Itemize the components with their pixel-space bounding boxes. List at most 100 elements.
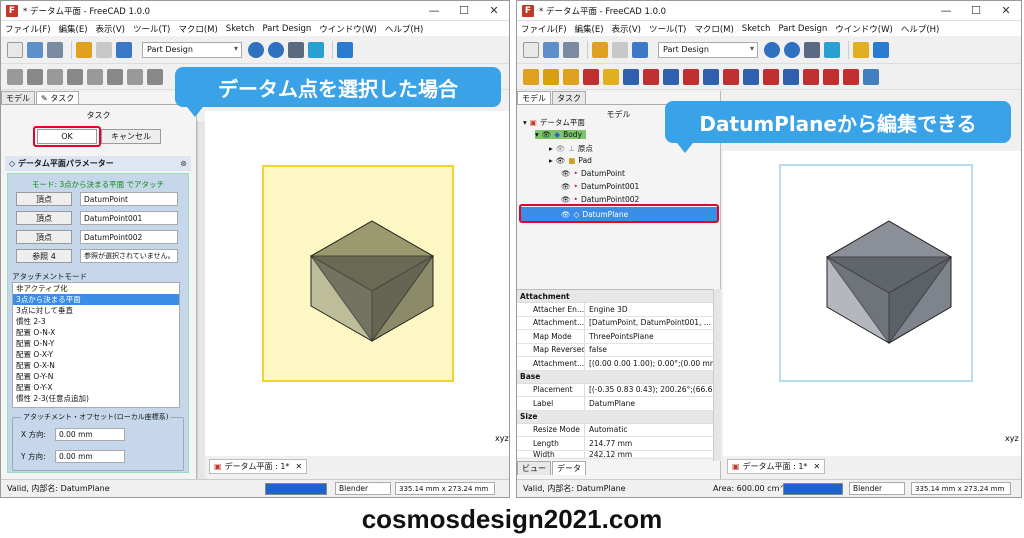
ref-button-3[interactable]: 頂点 — [16, 230, 72, 244]
close-tab-icon[interactable]: ✕ — [295, 462, 302, 471]
attach-mode-item[interactable]: 3点に対して垂直 — [13, 305, 179, 316]
draw-style-selector[interactable] — [783, 483, 843, 495]
partdesign-tool-icon[interactable] — [723, 68, 739, 85]
undo-icon[interactable] — [76, 41, 92, 58]
measure-icon[interactable] — [824, 41, 840, 58]
collapse-icon[interactable]: ⊗ — [180, 159, 187, 168]
tree-body[interactable]: ▾ 👁 ◆ Body — [535, 130, 587, 139]
offset-y-input[interactable]: 0.00 mm — [55, 450, 125, 463]
ref-field-2[interactable]: DatumPoint001 — [80, 211, 178, 225]
partdesign-tool-icon[interactable] — [603, 68, 619, 85]
partdesign-tool-icon[interactable] — [683, 68, 699, 85]
ref-field-4[interactable]: 参照が選択されていません。 — [80, 249, 178, 263]
expand-icon[interactable]: ▸ — [549, 156, 553, 165]
partdesign-tool-icon[interactable] — [523, 68, 539, 85]
partdesign-tool-icon[interactable] — [563, 68, 579, 85]
redo-icon[interactable] — [612, 41, 628, 58]
tree-origin[interactable]: ▸ 👁 ⊥ 原点 — [549, 143, 593, 154]
minimize-button[interactable]: — — [419, 4, 449, 17]
eye-icon[interactable]: 👁 — [561, 169, 571, 178]
document-tab[interactable]: ▣ データム平面 : 1* ✕ — [209, 459, 308, 474]
whats-this-icon[interactable] — [337, 41, 353, 58]
measure-icon[interactable] — [308, 41, 324, 58]
close-button[interactable]: ✕ — [479, 4, 509, 17]
navigation-style-selector[interactable]: Blender — [335, 482, 391, 495]
prop-value[interactable]: [(-0.35 0.83 0.43); 200.26°;(66.67... — [585, 385, 721, 394]
tab-model[interactable]: モデル — [1, 91, 35, 104]
view-cube-icon[interactable] — [288, 41, 304, 58]
tab-view[interactable]: ビュー — [517, 461, 551, 475]
undo-icon[interactable] — [592, 41, 608, 58]
menu-help[interactable]: ヘルプ(H) — [385, 23, 424, 35]
menu-edit[interactable]: 編集(E) — [575, 23, 604, 35]
partdesign-tool-icon[interactable] — [67, 68, 83, 85]
prop-value[interactable]: Automatic — [585, 425, 721, 434]
partdesign-tool-icon[interactable] — [823, 68, 839, 85]
prop-row[interactable]: Attacher En... Engine 3D — [517, 303, 721, 317]
tree-datumpoint002[interactable]: 👁 • DatumPoint002 — [561, 195, 639, 204]
prop-row[interactable]: Map Mode ThreePointsPlane — [517, 330, 721, 344]
workbench-selector[interactable]: Part Design — [142, 41, 242, 58]
ref-field-1[interactable]: DatumPoint — [80, 192, 178, 206]
menu-sketch[interactable]: Sketch — [742, 24, 771, 34]
tree-datumpoint[interactable]: 👁 • DatumPoint — [561, 169, 625, 178]
offset-x-input[interactable]: 0.00 mm — [55, 428, 125, 441]
refresh-icon[interactable] — [632, 41, 648, 58]
menu-file[interactable]: ファイル(F) — [521, 23, 567, 35]
attach-mode-item[interactable]: 配置 O-X-Y — [13, 349, 179, 360]
tab-model[interactable]: モデル — [517, 91, 551, 104]
ref-button-1[interactable]: 頂点 — [16, 192, 72, 206]
menu-window[interactable]: ウインドウ(W) — [835, 23, 893, 35]
menu-tools[interactable]: ツール(T) — [649, 23, 686, 35]
partdesign-tool-icon[interactable] — [543, 68, 559, 85]
vertical-scrollbar[interactable] — [197, 121, 205, 481]
attach-mode-item[interactable]: 配置 O-N-X — [13, 327, 179, 338]
close-button[interactable]: ✕ — [991, 4, 1021, 17]
eye-icon[interactable]: 👁 — [542, 130, 552, 139]
eye-icon[interactable]: 👁 — [556, 156, 566, 165]
expand-icon[interactable]: ▸ — [549, 144, 553, 153]
partdesign-tool-icon[interactable] — [7, 68, 23, 85]
prop-value[interactable]: DatumPlane — [585, 399, 721, 408]
tab-task[interactable]: タスク — [552, 91, 586, 104]
attach-mode-item[interactable]: 配置 O-N-Y — [13, 338, 179, 349]
menu-edit[interactable]: 編集(E) — [59, 23, 88, 35]
partdesign-tool-icon[interactable] — [107, 68, 123, 85]
part-icon[interactable] — [853, 41, 869, 58]
expand-icon[interactable]: ▾ — [535, 130, 539, 139]
fit-selection-icon[interactable] — [784, 41, 800, 58]
minimize-button[interactable]: — — [931, 4, 961, 17]
prop-value[interactable]: ThreePointsPlane — [585, 332, 721, 341]
fit-all-icon[interactable] — [248, 41, 264, 58]
attach-mode-list[interactable]: 非アクティブ化 3点から決まる平面 3点に対して垂直 慣性 2-3 配置 O-N-X 配置… — [12, 282, 180, 408]
maximize-button[interactable]: ☐ — [961, 4, 991, 17]
menu-window[interactable]: ウインドウ(W) — [319, 23, 377, 35]
refresh-icon[interactable] — [116, 41, 132, 58]
menu-partdesign[interactable]: Part Design — [262, 24, 311, 34]
partdesign-tool-icon[interactable] — [27, 68, 43, 85]
tree-pad[interactable]: ▸ 👁 ■ Pad — [549, 156, 592, 165]
params-header[interactable]: ◇ データム平面パラメーター ⊗ — [5, 156, 191, 171]
prop-row[interactable]: Attachment... [DatumPoint, DatumPoint001,… — [517, 316, 721, 330]
menu-file[interactable]: ファイル(F) — [5, 23, 51, 35]
cancel-button[interactable]: キャンセル — [101, 129, 161, 144]
open-file-icon[interactable] — [27, 41, 43, 58]
partdesign-tool-icon[interactable] — [663, 68, 679, 85]
eye-icon[interactable]: 👁 — [561, 195, 571, 204]
prop-row[interactable]: Attachment... [(0.00 0.00 1.00); 0.00°;(0… — [517, 357, 721, 371]
partdesign-tool-icon[interactable] — [47, 68, 63, 85]
3d-view[interactable]: xyz — [723, 151, 1021, 456]
partdesign-tool-icon[interactable] — [803, 68, 819, 85]
tab-data[interactable]: データ — [552, 461, 586, 475]
fit-selection-icon[interactable] — [268, 41, 284, 58]
fit-all-icon[interactable] — [764, 41, 780, 58]
ref-button-2[interactable]: 頂点 — [16, 211, 72, 225]
prop-value[interactable]: 242.12 mm — [585, 451, 721, 458]
menu-sketch[interactable]: Sketch — [226, 24, 255, 34]
tab-task[interactable]: ✎ タスク — [36, 91, 80, 104]
partdesign-tool-icon[interactable] — [127, 68, 143, 85]
prop-row[interactable]: Length 214.77 mm — [517, 437, 721, 451]
partdesign-tool-icon[interactable] — [583, 68, 599, 85]
menu-view[interactable]: 表示(V) — [612, 23, 641, 35]
prop-value[interactable]: [(0.00 0.00 1.00); 0.00°;(0.00 mm... — [585, 359, 721, 368]
